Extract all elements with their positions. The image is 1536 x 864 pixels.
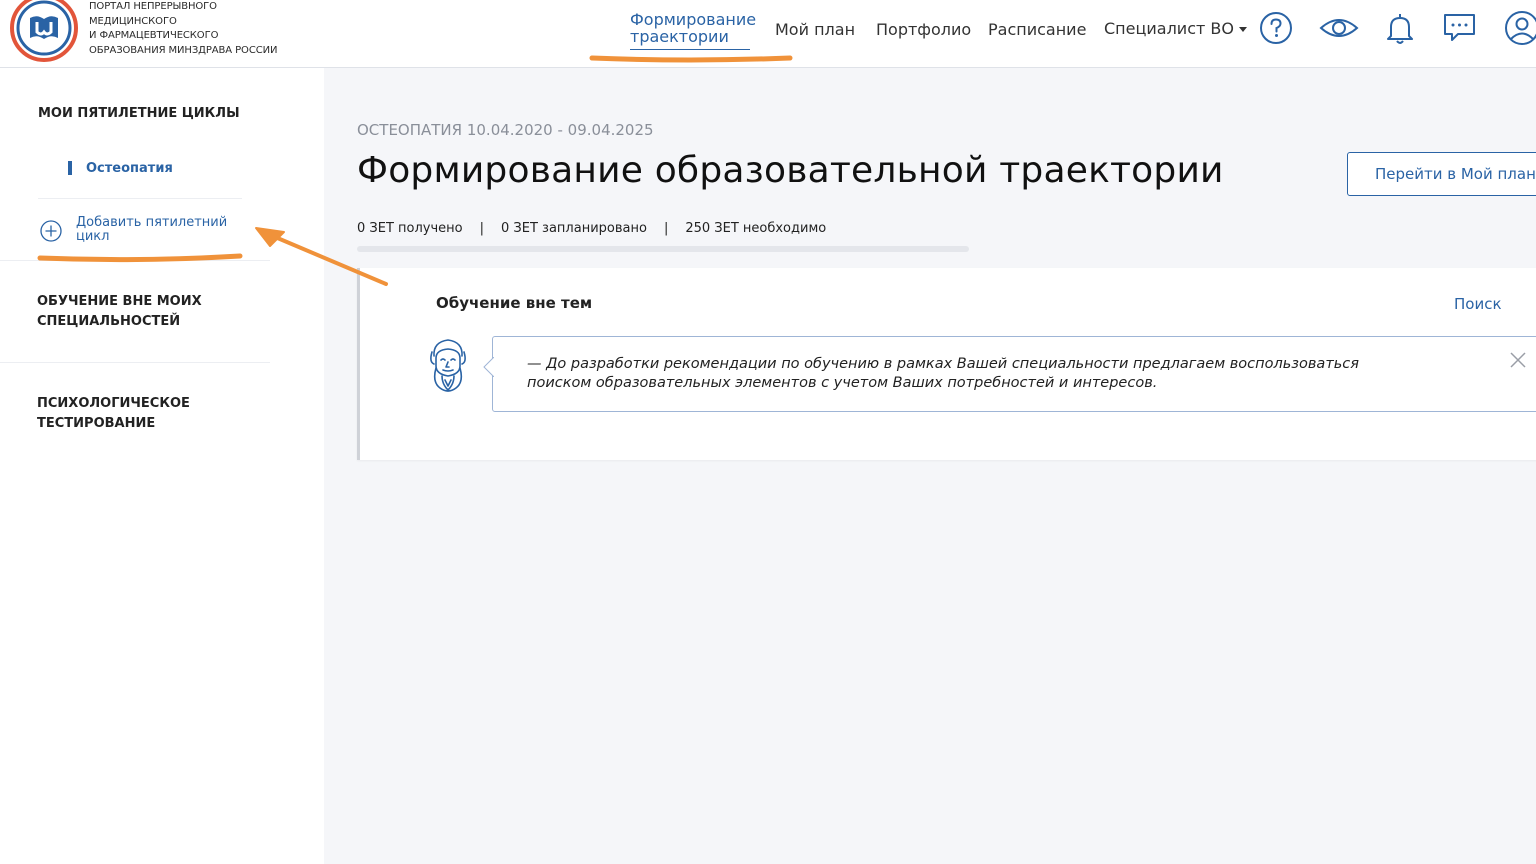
zet-received: 0 ЗЕТ получено	[357, 221, 463, 236]
sidebar-outside-specialties[interactable]: ОБУЧЕНИЕ ВНЕ МОИХ СПЕЦИАЛЬНОСТЕЙ	[37, 292, 227, 332]
advice-message: — До разработки рекомендации по обучению…	[483, 336, 1536, 412]
nav-my-plan[interactable]: Мой план	[775, 20, 855, 39]
portal-logo-icon[interactable]	[8, 0, 80, 64]
nav-active-underline	[630, 49, 750, 50]
card-title: Обучение вне тем	[436, 294, 593, 312]
nav-tab-trajectory[interactable]: Формирование траектории	[630, 11, 756, 45]
divider	[38, 198, 242, 199]
nav-portfolio[interactable]: Портфолио	[876, 20, 971, 39]
cycle-subtitle: ОСТЕОПАТИЯ 10.04.2020 - 09.04.2025	[357, 121, 654, 139]
user-icon[interactable]	[1502, 10, 1536, 46]
logo-line: и фармацевтического	[89, 30, 219, 41]
bubble-tail	[483, 356, 495, 378]
sidebar: МОИ ПЯТИЛЕТНИЕ ЦИКЛЫ Остеопатия Добавить…	[0, 68, 324, 864]
add-cycle-button[interactable]: Добавить пятилетний цикл	[40, 216, 240, 246]
sidebar-item-label: Остеопатия	[86, 160, 173, 176]
divider	[0, 362, 270, 363]
separator: |	[479, 221, 485, 236]
close-icon[interactable]	[1509, 351, 1527, 369]
sidebar-psych-testing[interactable]: ПСИХОЛОГИЧЕСКОЕ ТЕСТИРОВАНИЕ	[37, 394, 227, 434]
help-icon[interactable]	[1258, 10, 1294, 46]
role-dropdown[interactable]: Специалист ВО	[1104, 19, 1247, 38]
logo-line: образования минздрава России	[89, 44, 278, 56]
zet-needed: 250 ЗЕТ необходимо	[685, 221, 827, 236]
page-title: Формирование образовательной траектории	[357, 150, 1224, 191]
zet-planned: 0 ЗЕТ запланировано	[501, 221, 647, 236]
eye-icon[interactable]	[1319, 10, 1359, 46]
logo-text: Портал непрерывного медицинского и фарма…	[89, 0, 289, 58]
bell-icon[interactable]	[1382, 10, 1418, 46]
search-link[interactable]: Поиск	[1454, 295, 1502, 313]
divider	[0, 260, 270, 261]
advisor-avatar-icon	[424, 336, 472, 400]
logo-line: Портал непрерывного	[89, 1, 217, 12]
outside-topics-card: Обучение вне тем Поиск — До разработки р…	[357, 268, 1536, 460]
go-to-my-plan-button[interactable]: Перейти в Мой план	[1347, 152, 1536, 196]
add-cycle-label: Добавить пятилетний цикл	[76, 215, 228, 244]
caret-down-icon	[1238, 27, 1247, 32]
separator: |	[663, 221, 669, 236]
active-marker	[68, 161, 72, 175]
zet-progress-bar	[357, 246, 969, 252]
top-header: Портал непрерывного медицинского и фарма…	[0, 0, 1536, 68]
nav-schedule[interactable]: Расписание	[988, 20, 1086, 39]
role-label: Специалист ВО	[1104, 19, 1234, 38]
zet-stats: 0 ЗЕТ получено | 0 ЗЕТ запланировано | 250 З…	[357, 221, 826, 236]
chat-icon[interactable]	[1442, 10, 1478, 46]
sidebar-item-osteopathy[interactable]: Остеопатия	[68, 160, 173, 176]
advice-text: — До разработки рекомендации по обучению…	[527, 356, 1360, 391]
plus-circle-icon	[40, 220, 62, 242]
logo-line: медицинского	[89, 15, 177, 27]
sidebar-cycles-heading: МОИ ПЯТИЛЕТНИЕ ЦИКЛЫ	[38, 106, 240, 121]
